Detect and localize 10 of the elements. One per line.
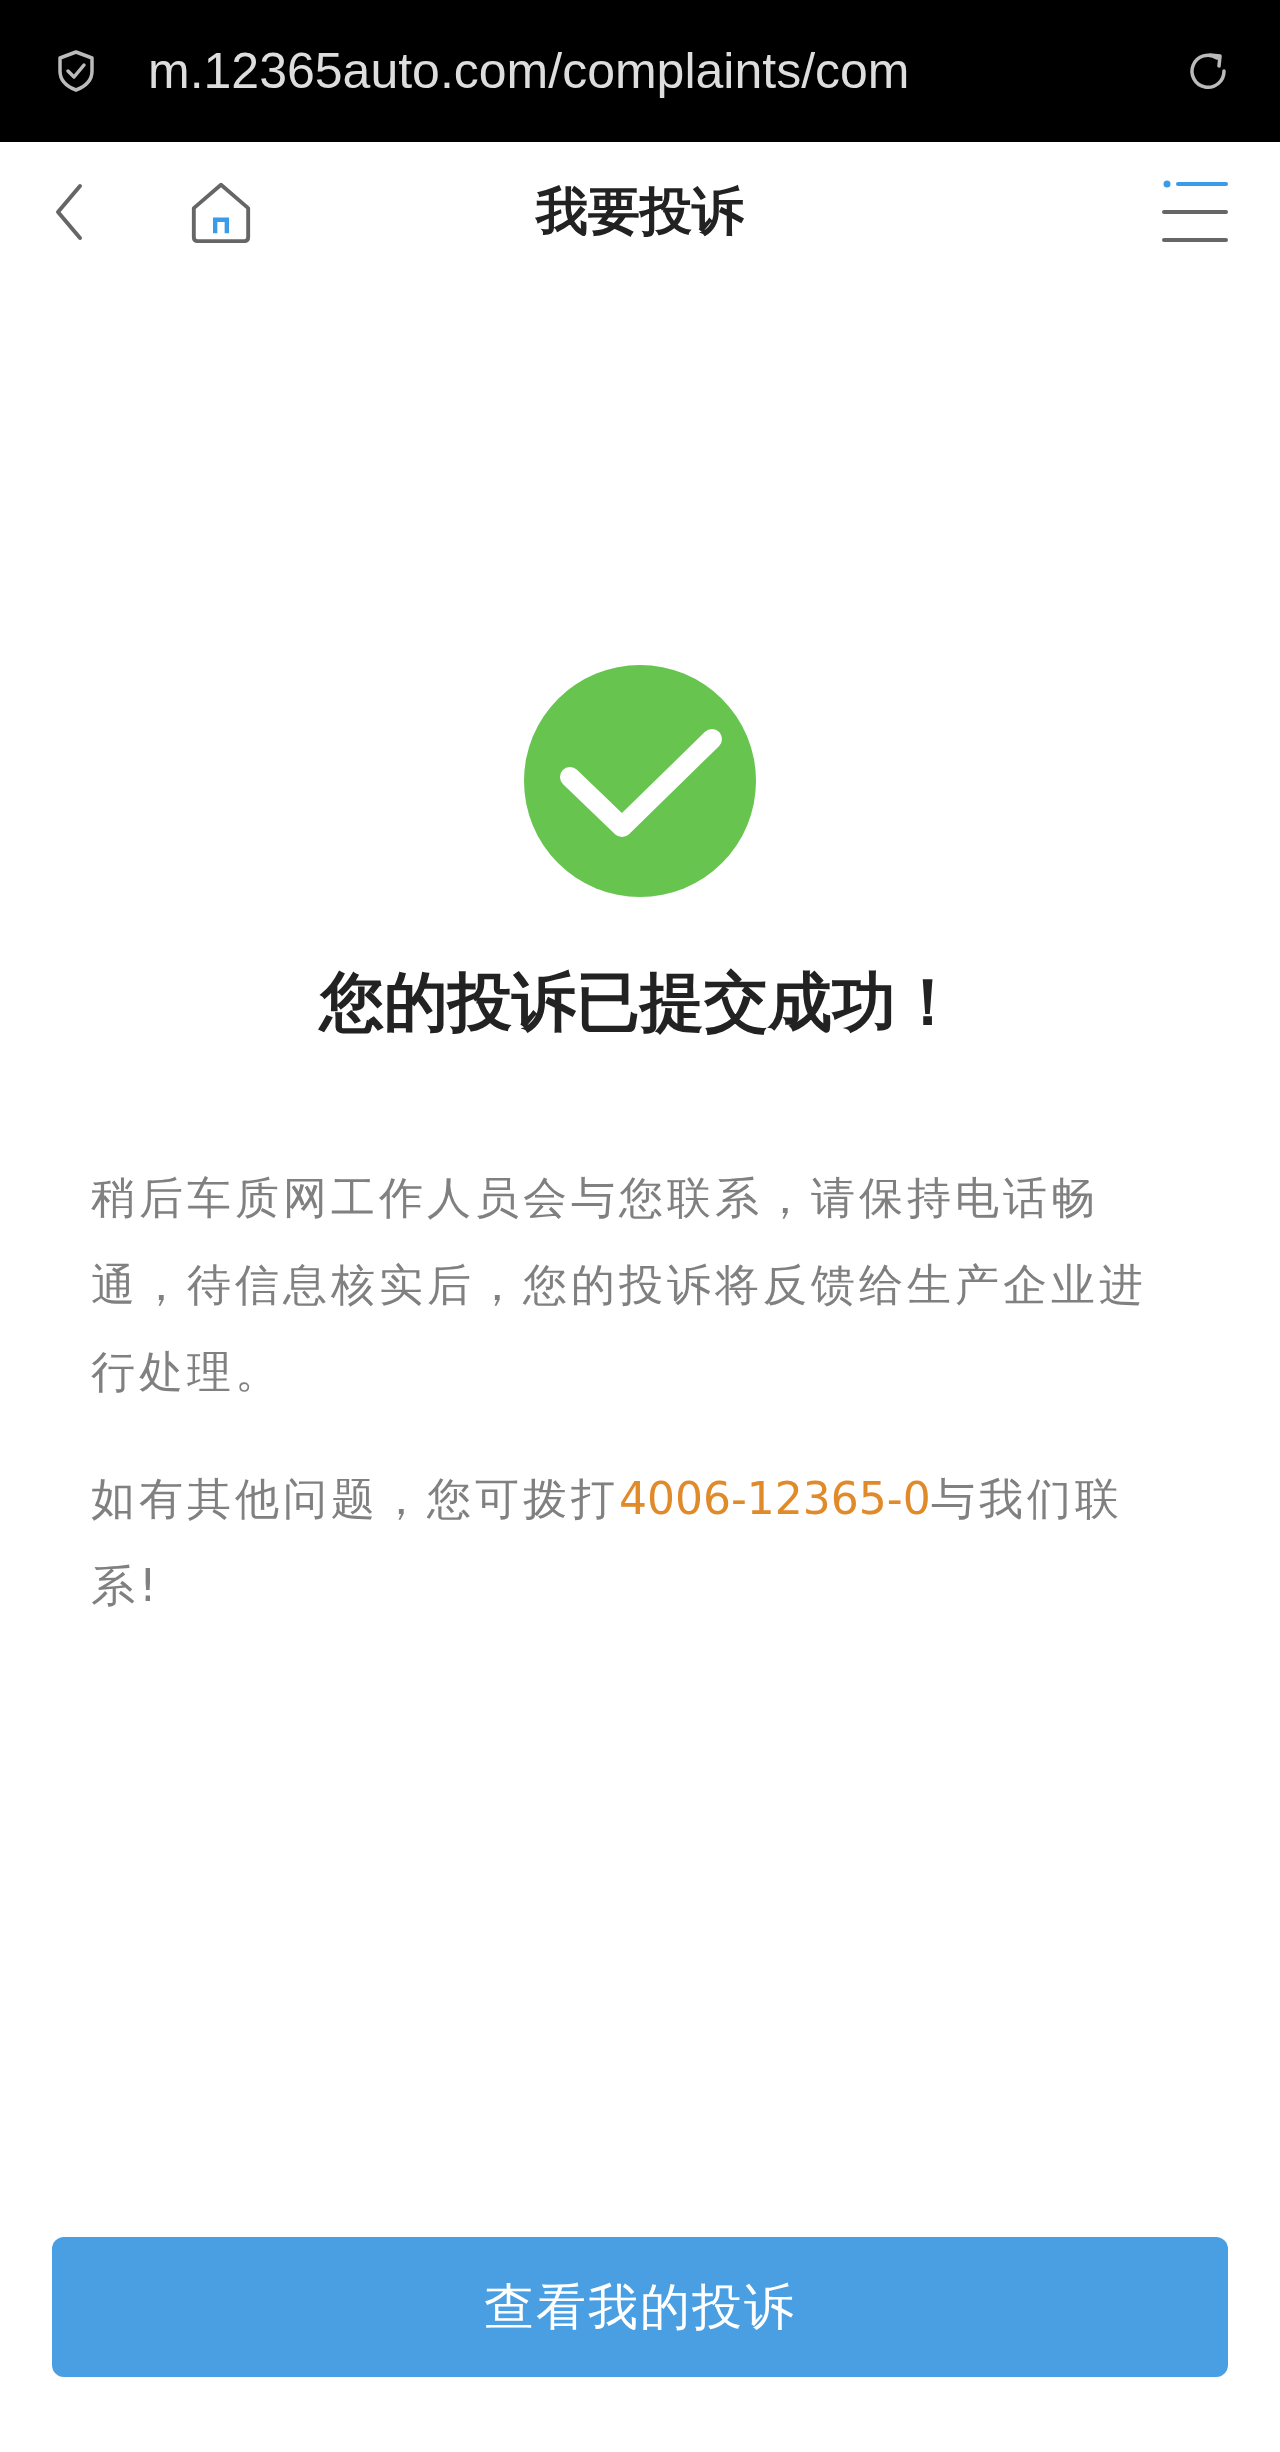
menu-icon[interactable] xyxy=(1162,179,1228,245)
result-message: 稍后车质网工作人员会与您联系，请保持电话畅通，待信息核实后，您的投诉将反馈给生产企业进行处理。 xyxy=(91,1171,1148,1399)
phone-link[interactable]: 4006-12365-0 xyxy=(619,1473,931,1524)
url-text[interactable]: m.12365auto.com/complaints/com xyxy=(148,43,910,99)
page-title: 我要投诉 xyxy=(536,180,744,243)
shield-check-icon[interactable] xyxy=(56,49,96,93)
contact-message: 如有其他问题，您可拨打4006-12365-0与我们联系! xyxy=(91,1472,1124,1613)
result-title: 您的投诉已提交成功！ xyxy=(320,964,960,1041)
view-complaints-button[interactable]: 查看我的投诉 xyxy=(52,2237,1228,2377)
back-icon[interactable] xyxy=(54,182,84,242)
